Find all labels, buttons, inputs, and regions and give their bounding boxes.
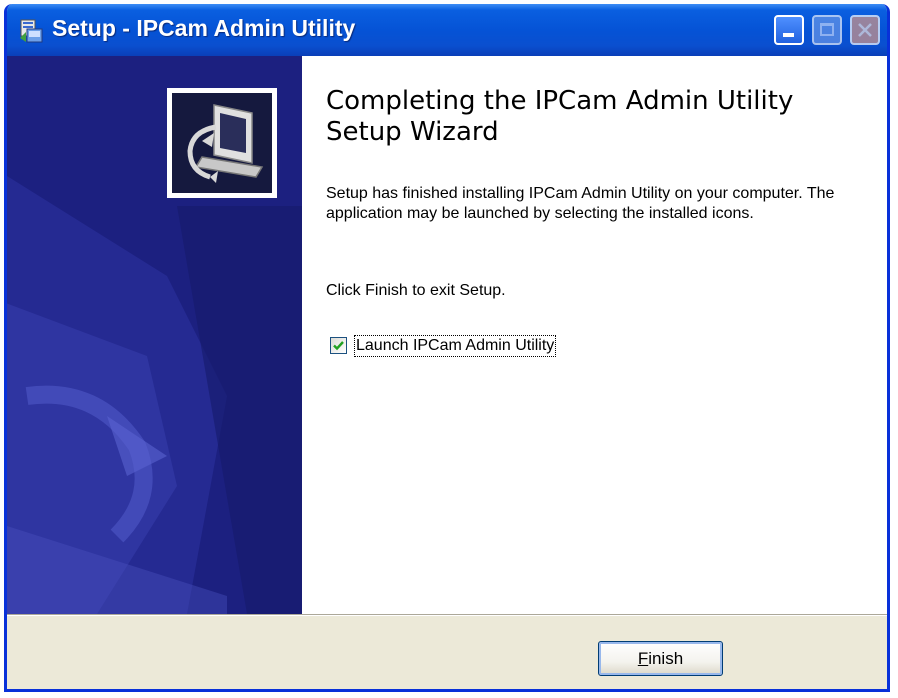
- title-bar[interactable]: Setup - IPCam Admin Utility: [7, 4, 887, 56]
- setup-window: Setup - IPCam Admin Utility Completing t…: [4, 4, 890, 692]
- finish-button[interactable]: Finish: [598, 641, 723, 676]
- setup-installer-icon: [18, 18, 44, 44]
- window-title: Setup - IPCam Admin Utility: [52, 15, 356, 41]
- maximize-button[interactable]: [812, 15, 842, 45]
- close-button[interactable]: [850, 15, 880, 45]
- wizard-heading: Completing the IPCam Admin Utility Setup…: [326, 86, 794, 147]
- close-icon: [858, 23, 872, 37]
- finish-accelerator: F: [637, 648, 649, 668]
- wizard-content: Completing the IPCam Admin Utility Setup…: [302, 56, 887, 614]
- wizard-footer: Finish: [7, 616, 887, 689]
- finish-label-rest: inish: [648, 648, 684, 668]
- finish-message: Setup has finished installing IPCam Admi…: [326, 185, 835, 222]
- setup-logo: [167, 88, 277, 198]
- minimize-button[interactable]: [774, 15, 804, 45]
- checkmark-icon: [333, 341, 344, 351]
- computer-install-icon: [187, 104, 264, 183]
- wizard-banner: [7, 56, 302, 614]
- launch-checkbox-label[interactable]: Launch IPCam Admin Utility: [353, 335, 557, 357]
- exit-instruction: Click Finish to exit Setup.: [326, 282, 506, 299]
- minimize-icon: [783, 33, 794, 37]
- launch-checkbox[interactable]: [330, 337, 347, 354]
- maximize-icon: [820, 23, 834, 36]
